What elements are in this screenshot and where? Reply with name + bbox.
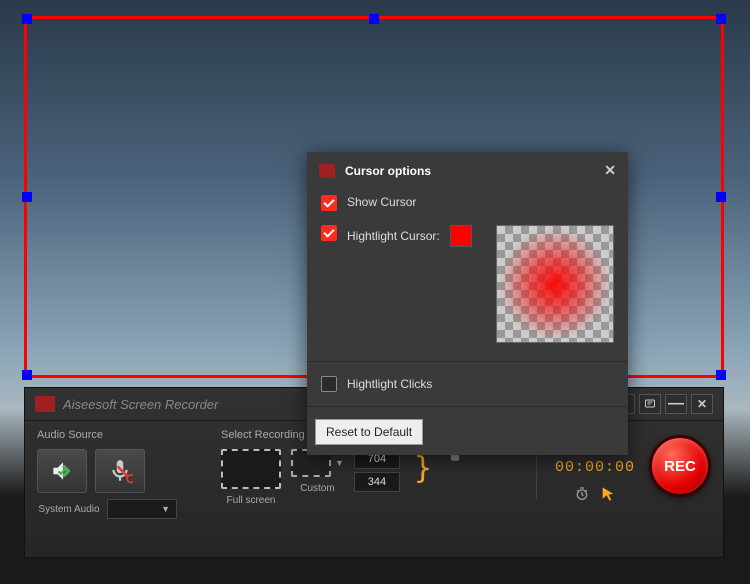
show-cursor-checkbox[interactable] [321, 195, 337, 211]
audio-source-label: Audio Source [37, 429, 207, 441]
app-title: Aiseesoft Screen Recorder [63, 397, 218, 412]
separator [307, 406, 628, 407]
height-field[interactable]: 344 [354, 472, 400, 492]
popup-title: Cursor options [345, 164, 431, 178]
full-screen-label: Full screen [227, 495, 276, 506]
highlight-clicks-row: Hightlight Clicks [307, 366, 628, 402]
timer-icon[interactable] [574, 486, 590, 505]
highlight-clicks-checkbox[interactable] [321, 376, 337, 392]
close-icon[interactable]: ✕ [604, 162, 616, 179]
cursor-options-icon[interactable] [600, 486, 616, 505]
highlight-cursor-label: Hightlight Cursor: [347, 229, 440, 243]
highlight-color-swatch[interactable] [450, 225, 472, 247]
dimension-bracket: } [414, 449, 432, 489]
custom-label: Custom [300, 483, 334, 494]
microphone-toggle[interactable] [95, 449, 145, 493]
system-audio-text: System Audio [37, 504, 101, 515]
feedback-icon [644, 398, 656, 410]
custom-dropdown-icon[interactable]: ▼ [335, 458, 344, 468]
speaker-icon [49, 458, 75, 484]
app-logo-icon [35, 396, 55, 412]
show-cursor-label: Show Cursor [347, 195, 416, 209]
highlight-cursor-checkbox[interactable] [321, 225, 337, 241]
highlight-preview [496, 225, 614, 343]
minimize-button[interactable]: — [665, 394, 687, 414]
full-screen-button[interactable] [221, 449, 281, 489]
cursor-options-panel: Cursor options ✕ Show Cursor Hightlight … [307, 152, 628, 455]
close-button[interactable]: ✕ [691, 394, 713, 414]
feedback-button[interactable] [639, 394, 661, 414]
microphone-icon [107, 458, 133, 484]
app-icon [319, 164, 335, 178]
duration-value: 00:00:00 [555, 459, 635, 476]
record-button[interactable]: REC [649, 435, 711, 497]
audio-device-dropdown[interactable]: ▼ [107, 499, 177, 519]
separator [307, 361, 628, 362]
reset-button[interactable]: Reset to Default [315, 419, 423, 445]
highlight-clicks-label: Hightlight Clicks [347, 377, 432, 391]
highlight-cursor-row: Hightlight Cursor: [307, 217, 628, 357]
popup-header: Cursor options ✕ [307, 152, 628, 189]
show-cursor-row: Show Cursor [307, 189, 628, 217]
system-audio-toggle[interactable] [37, 449, 87, 493]
